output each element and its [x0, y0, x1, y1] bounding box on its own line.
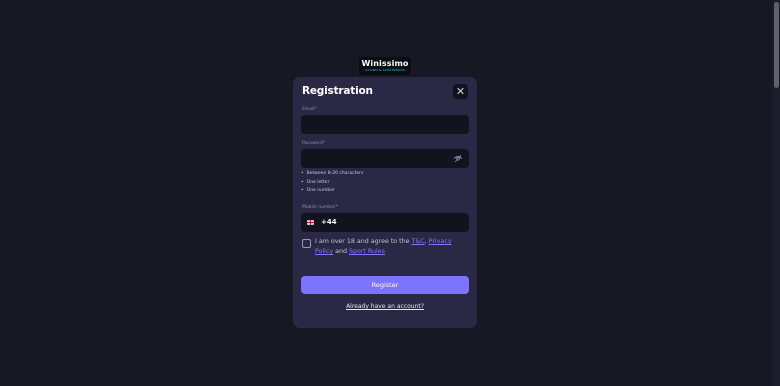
- password-field[interactable]: [301, 149, 469, 168]
- eye-icon[interactable]: [453, 154, 463, 163]
- email-field[interactable]: [301, 115, 469, 134]
- age-terms-checkbox[interactable]: [302, 239, 311, 248]
- mobile-label: Mobile number*: [302, 205, 339, 210]
- consent-prefix: I am over 18 and agree to the: [315, 238, 412, 245]
- brand-name: Winissimo: [361, 59, 409, 68]
- email-label: Email*: [302, 107, 317, 112]
- mobile-field[interactable]: +44: [301, 213, 469, 232]
- registration-modal: Registration ✕ Email* Password* Between …: [293, 77, 477, 328]
- register-button[interactable]: Register: [301, 276, 469, 294]
- uk-flag-icon[interactable]: [307, 220, 314, 225]
- tc-link[interactable]: T&C: [411, 238, 424, 245]
- scrollbar-thumb[interactable]: [774, 2, 779, 88]
- dial-code: +44: [321, 218, 337, 226]
- sport-rules-link[interactable]: Sport Rules: [349, 248, 385, 255]
- password-rule: One number: [301, 187, 363, 196]
- password-rule: One letter: [301, 179, 363, 188]
- login-link[interactable]: Already have an account?: [293, 303, 477, 310]
- brand-logo: Winissimo CASINO & SPORTSBOOK: [359, 57, 411, 75]
- consent-and: and: [333, 248, 349, 255]
- close-icon: ✕: [455, 85, 466, 98]
- close-button[interactable]: ✕: [453, 84, 468, 99]
- password-rules: Between 8-20 characters One letter One n…: [301, 170, 364, 196]
- password-rule: Between 8-20 characters: [301, 170, 364, 179]
- password-label: Password*: [302, 141, 326, 146]
- modal-title: Registration: [302, 85, 373, 97]
- page-scrollbar[interactable]: [772, 0, 780, 386]
- consent-text: I am over 18 and agree to the T&C, Priva…: [315, 237, 465, 257]
- brand-tagline: CASINO & SPORTSBOOK: [365, 68, 405, 72]
